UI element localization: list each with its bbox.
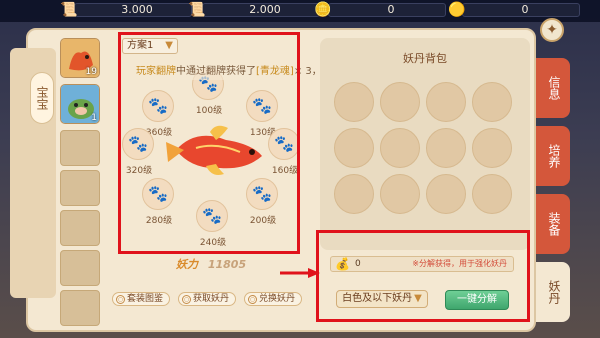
resource-bar: 📜 3.000 📜 2.000 🪙 0 🟡 0 <box>0 0 600 22</box>
empty-pet-slot[interactable] <box>60 170 100 206</box>
tab-train[interactable]: 培养 <box>536 126 570 186</box>
circle-icon: ○ <box>248 295 257 304</box>
bag-slot[interactable] <box>472 128 512 168</box>
empty-pet-slot[interactable] <box>60 250 100 286</box>
bag-slot[interactable] <box>380 82 420 122</box>
bag-slot[interactable] <box>426 128 466 168</box>
scroll-icon: 📜 <box>188 2 206 18</box>
resource-value: 0 <box>521 3 529 16</box>
empty-pet-slot[interactable] <box>60 290 100 326</box>
pet-level: 1 <box>91 113 97 123</box>
get-dan-label: 获取妖丹 <box>193 294 230 304</box>
resource-coin: 🟡 0 <box>448 2 580 18</box>
bag-slot[interactable] <box>426 174 466 214</box>
dan-bag-title: 妖丹背包 <box>403 52 447 65</box>
resource-value: 3.000 <box>121 3 153 16</box>
resource-scroll-1: 📜 3.000 <box>60 2 192 18</box>
red-arrow-icon <box>280 268 320 278</box>
bag-slot[interactable] <box>380 128 420 168</box>
coin-icon: 🟡 <box>448 2 466 18</box>
bag-slot[interactable] <box>426 82 466 122</box>
pet-slot-1[interactable]: 19 <box>60 38 100 78</box>
pet-slot-2[interactable]: 1 <box>60 84 100 124</box>
empty-pet-slot[interactable] <box>60 210 100 246</box>
set-book-button[interactable]: ○ 套装图鉴 <box>112 292 171 306</box>
empty-pet-slot[interactable] <box>60 130 100 166</box>
circle-icon: ○ <box>116 295 125 304</box>
bag-slot[interactable] <box>472 82 512 122</box>
highlight-box-slots <box>118 32 300 254</box>
exchange-dan-button[interactable]: ○ 兑换妖丹 <box>244 292 303 306</box>
tab-yaodan[interactable]: 妖丹 <box>536 262 570 322</box>
get-dan-button[interactable]: ○ 获取妖丹 <box>178 292 237 306</box>
bag-slot[interactable] <box>334 128 374 168</box>
baobao-tab[interactable]: 宝宝 <box>30 72 54 124</box>
resource-value: 0 <box>387 3 395 16</box>
pet-level: 19 <box>85 67 97 77</box>
resource-scroll-2: 📜 2.000 <box>188 2 320 18</box>
close-icon[interactable]: ✦ <box>540 18 564 42</box>
exchange-dan-label: 兑换妖丹 <box>259 294 296 304</box>
bag-slot[interactable] <box>334 174 374 214</box>
set-book-label: 套装图鉴 <box>127 294 164 304</box>
scroll-icon: 📜 <box>60 2 78 18</box>
circle-icon: ○ <box>182 295 191 304</box>
power-value: 11805 <box>207 258 247 271</box>
resource-ingot: 🪙 0 <box>314 2 446 18</box>
highlight-box-decompose <box>316 230 530 322</box>
power-readout: 妖力 11805 <box>176 256 246 272</box>
power-label: 妖力 <box>176 258 198 271</box>
resource-value: 2.000 <box>249 3 281 16</box>
tab-info[interactable]: 信息 <box>536 58 570 118</box>
tab-equip[interactable]: 装备 <box>536 194 570 254</box>
bag-slot[interactable] <box>334 82 374 122</box>
bag-slot[interactable] <box>472 174 512 214</box>
gold-ingot-icon: 🪙 <box>314 2 332 18</box>
bag-slot[interactable] <box>380 174 420 214</box>
